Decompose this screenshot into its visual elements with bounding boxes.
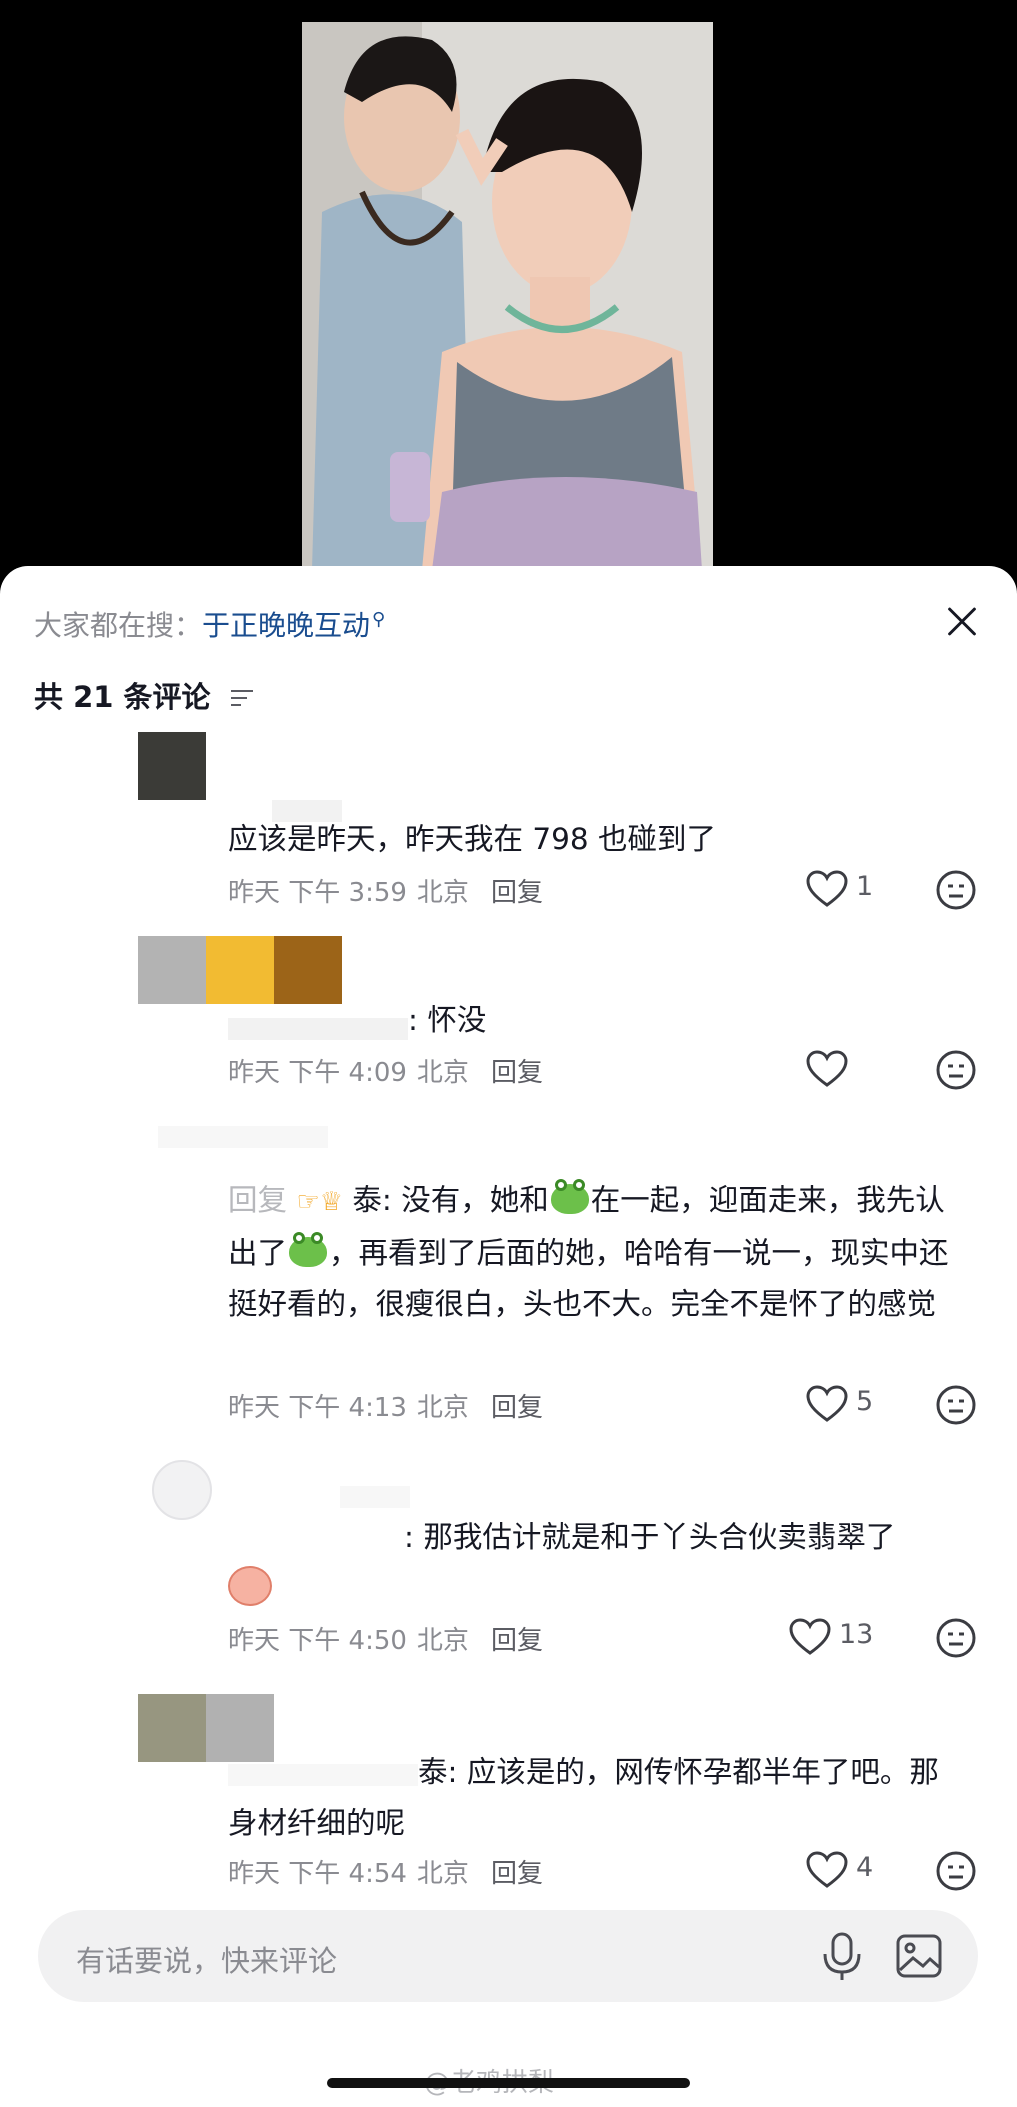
like-button[interactable]: 5 (805, 1383, 915, 1423)
comment-text: 泰: 应该是的，网传怀孕都半年了吧。那身材纤细的呢 (228, 1755, 939, 1840)
username-redacted[interactable] (340, 1486, 410, 1508)
comment-text: 应该是昨天，昨天我在 798 也碰到了 (228, 822, 717, 856)
video-area[interactable] (0, 0, 1017, 580)
reply-button[interactable]: 回复 (491, 1626, 543, 1656)
heart-icon (789, 1618, 831, 1655)
dislike-emoji-icon[interactable] (936, 870, 976, 910)
comment-text: : 那我估计就是和于丫头合伙卖翡翠了 (404, 1520, 896, 1554)
dislike-emoji-icon[interactable] (936, 1385, 976, 1425)
close-icon[interactable] (940, 600, 984, 644)
frog-emoji-icon (550, 1179, 589, 1214)
reply-button[interactable]: 回复 (491, 1859, 543, 1889)
comment-location: 北京 (416, 878, 469, 908)
sort-icon[interactable] (230, 690, 253, 708)
search-icon: ⚲ (372, 608, 386, 630)
avatar[interactable] (152, 1460, 212, 1520)
comment-time: 昨天 下午 3:59 (228, 878, 407, 908)
video-frame-photo (302, 22, 713, 570)
comment-sheet: 大家都在搜：于正晚晚互动 ⚲ 共 21 条评论 应该是昨天，昨天我在 798 也碰… (0, 566, 1017, 2107)
comment-text: 回复 ☞♕ 泰: 没有，她和 在一起，迎面走来，我先认出了 ，再看到了后面的她，哈哈… (228, 1175, 958, 1330)
like-button[interactable] (805, 1048, 915, 1088)
sticker-emoji-icon (228, 1566, 272, 1606)
reply-button[interactable]: 回复 (491, 1393, 543, 1423)
dislike-emoji-icon[interactable] (936, 1050, 976, 1090)
like-count: 1 (856, 871, 874, 902)
frog-emoji-icon (289, 1232, 328, 1267)
comment-time: 昨天 下午 4:54 (228, 1859, 407, 1889)
search-suggestion-label: 大家都在搜： (34, 609, 203, 642)
comment-meta: 昨天 下午 3:59 北京 回复 (228, 872, 543, 909)
pointing-hand-icon: ☞ (296, 1187, 320, 1217)
search-suggestion-keyword[interactable]: 于正晚晚互动 (202, 609, 370, 642)
like-count: 13 (839, 1619, 874, 1650)
like-button[interactable]: 1 (805, 868, 915, 908)
comment-count: 共 21 条评论 (34, 680, 211, 714)
comment-location: 北京 (416, 1859, 469, 1889)
comment-meta: 昨天 下午 4:54 北京 回复 (228, 1853, 543, 1890)
username-redacted[interactable] (158, 1126, 328, 1148)
reply-prefix: 回复 (228, 1183, 288, 1217)
home-indicator[interactable] (327, 2078, 690, 2088)
dislike-emoji-icon[interactable] (936, 1851, 976, 1891)
crown-icon: ♕ (319, 1187, 344, 1217)
comment-text: : 怀没 (408, 1003, 487, 1037)
comment-meta: 昨天 下午 4:13 北京 回复 (228, 1387, 543, 1424)
heart-icon (806, 1851, 848, 1888)
comment-input-bar[interactable]: 有话要说，快来评论 (38, 1910, 978, 2002)
reply-button[interactable]: 回复 (491, 878, 543, 908)
comment-meta: 昨天 下午 4:50 北京 回复 (228, 1620, 543, 1657)
comment-text-part: 泰: 没有，她和 (352, 1183, 549, 1217)
comment-text-part: ，再看到了后面的她，哈哈有一说一，现实中还挺好看的，很瘦很白，头也不大。完全不是… (228, 1236, 949, 1321)
comment-location: 北京 (416, 1058, 469, 1088)
like-button[interactable]: 13 (788, 1616, 898, 1656)
heart-icon (806, 870, 848, 907)
comment-meta: 昨天 下午 4:09 北京 回复 (228, 1052, 543, 1089)
microphone-icon[interactable] (820, 1932, 864, 1982)
heart-icon (806, 1050, 848, 1087)
comment-time: 昨天 下午 4:13 (228, 1393, 407, 1423)
comment-input-placeholder[interactable]: 有话要说，快来评论 (76, 1938, 337, 1980)
avatar[interactable] (138, 732, 206, 800)
reply-button[interactable]: 回复 (491, 1058, 543, 1088)
comment-time: 昨天 下午 4:09 (228, 1058, 407, 1088)
like-count: 4 (856, 1852, 874, 1883)
like-count: 5 (856, 1386, 874, 1417)
comment-location: 北京 (416, 1393, 469, 1423)
search-suggestion[interactable]: 大家都在搜：于正晚晚互动 ⚲ (34, 604, 385, 644)
like-button[interactable]: 4 (805, 1849, 915, 1889)
heart-icon (806, 1385, 848, 1422)
avatar[interactable] (138, 936, 342, 1004)
comment-count-header: 共 21 条评论 (34, 674, 253, 716)
username-redacted[interactable] (228, 1018, 408, 1040)
comment-location: 北京 (416, 1626, 469, 1656)
image-icon[interactable] (896, 1934, 942, 1978)
dislike-emoji-icon[interactable] (936, 1618, 976, 1658)
comment-time: 昨天 下午 4:50 (228, 1626, 407, 1656)
